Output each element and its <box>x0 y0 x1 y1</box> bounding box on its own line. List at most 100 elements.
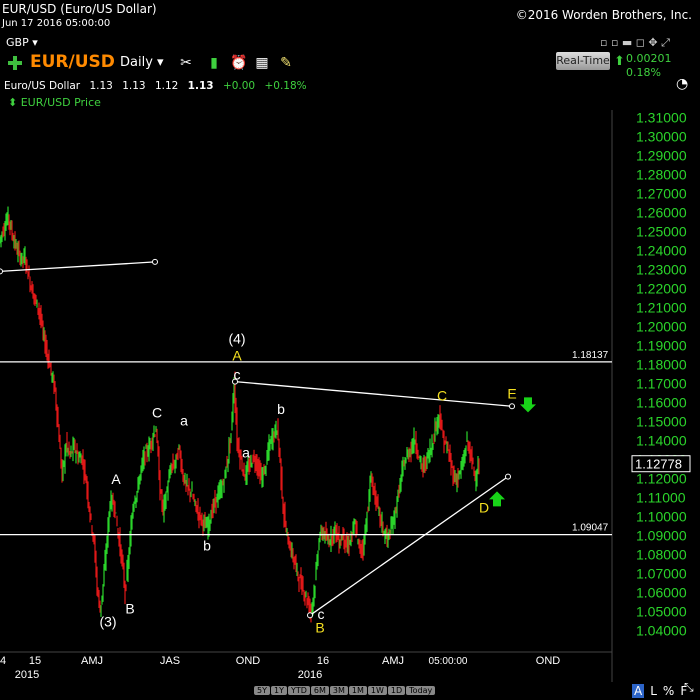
range-1m[interactable]: 1M <box>348 686 367 695</box>
x-tick-label: 15 <box>29 655 41 667</box>
price-bars <box>0 206 480 623</box>
y-tick-label: 1.31000 <box>636 110 687 126</box>
trendline-handle <box>307 612 313 619</box>
range-ytd[interactable]: YTD <box>287 686 310 695</box>
currency-selector[interactable]: GBP ▾ <box>6 36 38 49</box>
expand-icon[interactable]: ⤡ <box>684 680 694 695</box>
y-tick-label: 1.23000 <box>636 262 687 278</box>
y-tick-label: 1.19000 <box>636 338 687 354</box>
y-tick-label: 1.06000 <box>636 585 687 601</box>
quote-name: Euro/US Dollar <box>4 80 81 92</box>
y-tick-label: 1.11000 <box>636 490 686 506</box>
note-icon[interactable]: ✎ <box>278 55 294 71</box>
wave-label: c <box>234 367 241 383</box>
symbol-input[interactable]: EUR/USD <box>30 52 115 72</box>
wave-label: C <box>437 388 447 404</box>
auto-scale-button[interactable]: A <box>632 684 645 698</box>
last-price-label: 1.12778 <box>635 457 682 472</box>
wave-label: A <box>111 471 121 487</box>
trendline-handle <box>505 473 511 480</box>
level-label: 1.09047 <box>572 523 609 534</box>
wave-label: b <box>277 401 285 417</box>
calculator-icon[interactable]: ▦ <box>254 55 270 71</box>
x-tick-label: 16 <box>317 655 329 667</box>
quote-close: 1.13 <box>187 80 214 92</box>
chart-date: Jun 17 2016 05:00:00 <box>2 18 111 29</box>
range-3m[interactable]: 3M <box>329 686 348 695</box>
quote-low: 1.12 <box>154 80 179 92</box>
change-pct: 0.18% <box>626 66 661 79</box>
wave-label: E <box>507 386 516 402</box>
window-controls[interactable]: ▫ ▫ ▬ ◻ ✥ ⤢ <box>600 36 670 50</box>
up-arrow-icon: ⬆ <box>614 54 625 69</box>
y-tick-label: 1.12000 <box>636 471 687 487</box>
range-5y[interactable]: 5Y <box>254 686 270 695</box>
copyright: ©2016 Worden Brothers, Inc. <box>515 8 692 22</box>
wave-label: B <box>315 619 324 635</box>
wave-label: (3) <box>99 614 116 630</box>
wave-label: a <box>242 445 250 461</box>
realtime-button[interactable]: Real-Time <box>556 52 610 70</box>
wave-label: C <box>152 405 162 421</box>
trendline-handle <box>509 403 515 410</box>
log-scale-button[interactable]: L <box>650 684 657 698</box>
y-tick-label: 1.30000 <box>636 129 687 145</box>
period-selector[interactable]: Daily ▾ <box>120 55 164 70</box>
chart-title: EUR/USD (Euro/US Dollar) <box>2 2 157 16</box>
time-axis: 14 15 AMJ JAS OND 16 AMJ 05:00:00 OND 2015 2016 <box>0 655 560 681</box>
y-tick-label: 1.27000 <box>636 186 687 202</box>
bars-icon[interactable]: ▮ <box>206 55 222 71</box>
y-tick-label: 1.16000 <box>636 395 687 411</box>
quote-change: +0.00 <box>222 80 256 92</box>
wave-label: B <box>125 600 134 616</box>
y-tick-label: 1.20000 <box>636 319 687 335</box>
y-tick-label: 1.26000 <box>636 205 687 221</box>
y-tick-label: 1.14000 <box>636 433 687 449</box>
alarm-icon[interactable]: ⏰ <box>230 55 247 71</box>
y-tick-label: 1.17000 <box>636 376 687 392</box>
range-today[interactable]: Today <box>406 686 436 695</box>
up-arrow-icon <box>489 491 505 507</box>
x-year-label: 2016 <box>298 669 322 681</box>
y-tick-label: 1.08000 <box>636 547 687 563</box>
quote-high: 1.13 <box>122 80 146 92</box>
y-tick-label: 1.25000 <box>636 224 687 240</box>
price-axis: 1.31000 1.30000 1.29000 1.28000 1.27000 1.260… <box>631 110 691 639</box>
range-6m[interactable]: 6M <box>310 686 329 695</box>
y-tick-label: 1.24000 <box>636 243 687 259</box>
quote-open: 1.13 <box>89 80 113 92</box>
y-tick-label: 1.07000 <box>636 566 687 582</box>
y-tick-label: 1.09000 <box>636 528 687 544</box>
range-1w[interactable]: 1W <box>367 686 387 695</box>
y-tick-label: 1.15000 <box>636 414 687 430</box>
trendline-handle <box>0 268 3 275</box>
wave-label: D <box>479 500 489 516</box>
range-1y[interactable]: 1Y <box>270 686 287 695</box>
range-1d[interactable]: 1D <box>387 686 406 695</box>
y-tick-label: 1.04000 <box>636 623 687 639</box>
x-tick-label: JAS <box>160 655 180 667</box>
move-icon: ⬍ <box>8 96 18 109</box>
y-tick-label: 1.21000 <box>636 300 687 316</box>
price-chart[interactable]: 1.181371.09047 (3)ABC ab(4)AcabcBC ED 1.31… <box>0 0 700 700</box>
wave-label: a <box>180 412 188 428</box>
y-tick-label: 1.05000 <box>636 604 687 620</box>
legend-label: EUR/USD Price <box>20 96 101 109</box>
y-tick-label: 1.22000 <box>636 281 687 297</box>
wave-label: A <box>232 348 242 364</box>
y-tick-label: 1.29000 <box>636 148 687 164</box>
wave-label: (4) <box>228 331 245 347</box>
x-year-label: 2015 <box>15 669 39 681</box>
globe-icon[interactable]: ◔ <box>676 76 688 92</box>
percent-scale-button[interactable]: % <box>663 684 674 698</box>
x-tick-label: 05:00:00 <box>429 656 468 667</box>
quote-change-pct: +0.18% <box>264 80 307 92</box>
level-label: 1.18137 <box>572 350 609 361</box>
trendline-handle <box>152 258 158 265</box>
series-legend[interactable]: ⬍ EUR/USD Price <box>8 96 101 109</box>
down-arrow-icon <box>520 397 536 413</box>
tools-icon[interactable]: ✂ <box>178 55 194 71</box>
x-tick-label: AMJ <box>382 655 404 667</box>
range-buttons: 5Y 1Y YTD 6M 3M 1M 1W 1D Today <box>254 686 436 698</box>
add-icon[interactable] <box>8 56 22 70</box>
